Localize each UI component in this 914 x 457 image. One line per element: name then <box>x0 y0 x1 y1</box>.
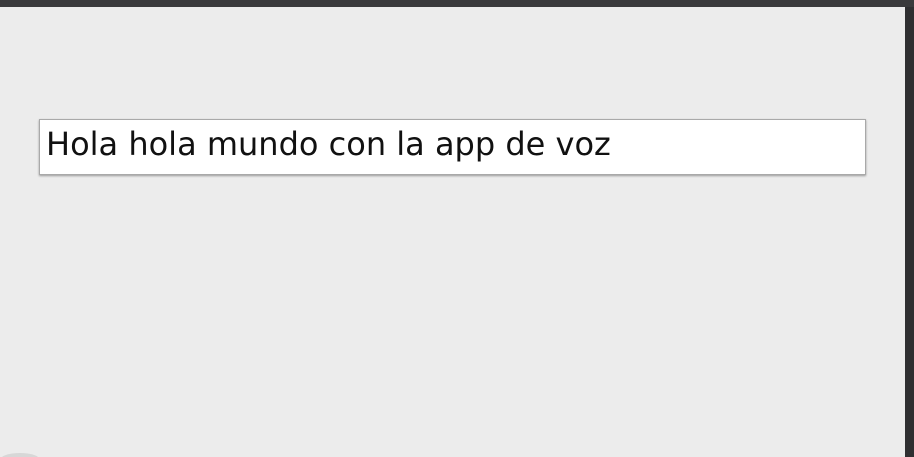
speech-text-value: Hola hola mundo con la app de voz <box>46 125 611 163</box>
bottom-left-shadow <box>0 453 40 457</box>
top-status-strip <box>0 0 914 7</box>
speech-text-field[interactable]: Hola hola mundo con la app de voz <box>39 119 866 175</box>
app-screen: Hola hola mundo con la app de voz <box>0 0 914 457</box>
right-edge-strip <box>905 7 914 457</box>
